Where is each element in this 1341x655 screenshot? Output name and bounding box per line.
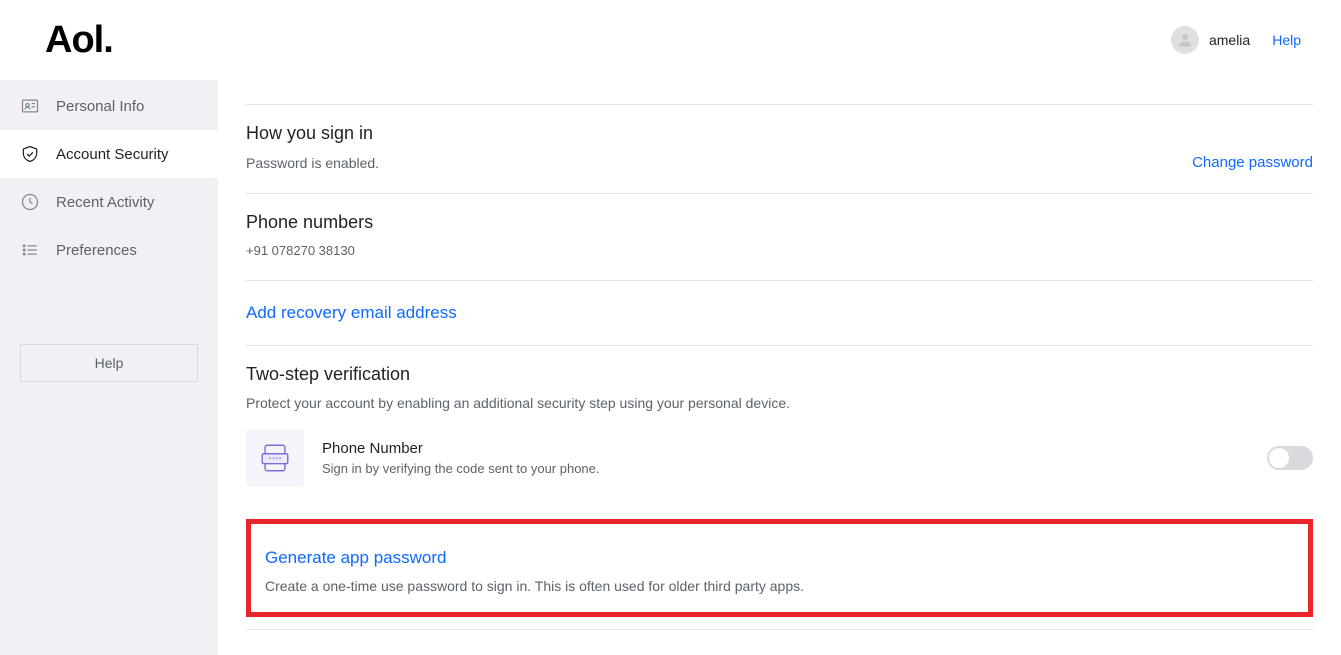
help-link[interactable]: Help — [1272, 32, 1301, 48]
section-signin: How you sign in Password is enabled. Cha… — [246, 104, 1313, 193]
username: amelia — [1209, 32, 1250, 48]
section-title: Phone numbers — [246, 212, 1313, 233]
sidebar-item-label: Recent Activity — [56, 194, 154, 211]
change-password-link[interactable]: Change password — [1192, 154, 1313, 171]
phone-code-icon: **** — [246, 429, 304, 487]
section-title: How you sign in — [246, 123, 1313, 144]
logo: Aol. — [45, 19, 113, 62]
sidebar-item-label: Preferences — [56, 242, 137, 259]
sidebar-item-preferences[interactable]: Preferences — [0, 226, 218, 274]
sidebar-item-label: Account Security — [56, 146, 169, 163]
sidebar-help-button[interactable]: Help — [20, 344, 198, 382]
tsv-method-label: Phone Number — [322, 440, 600, 457]
container: Personal Info Account Security Recent Ac… — [0, 80, 1341, 655]
tsv-method-desc: Sign in by verifying the code sent to yo… — [322, 461, 600, 476]
sidebar-item-label: Personal Info — [56, 98, 144, 115]
svg-text:****: **** — [268, 457, 282, 463]
header-right: amelia Help — [1171, 26, 1301, 54]
generate-app-password-link[interactable]: Generate app password — [265, 548, 1294, 568]
shield-icon — [20, 144, 40, 164]
sidebar-item-recent-activity[interactable]: Recent Activity — [0, 178, 218, 226]
password-status: Password is enabled. — [246, 155, 379, 171]
list-icon — [20, 240, 40, 260]
avatar-icon — [1171, 26, 1199, 54]
id-card-icon — [20, 96, 40, 116]
clock-icon — [20, 192, 40, 212]
sidebar: Personal Info Account Security Recent Ac… — [0, 80, 218, 655]
main-content: How you sign in Password is enabled. Cha… — [218, 80, 1341, 655]
section-generate-app-password: Generate app password Create a one-time … — [246, 519, 1313, 617]
divider — [246, 629, 1313, 630]
generate-app-password-desc: Create a one-time use password to sign i… — [265, 578, 1294, 594]
sidebar-item-account-security[interactable]: Account Security — [0, 130, 218, 178]
header: Aol. amelia Help — [0, 0, 1341, 80]
phone-number: +91 078270 38130 — [246, 243, 1313, 258]
add-recovery-email-link[interactable]: Add recovery email address — [246, 303, 457, 322]
tsv-description: Protect your account by enabling an addi… — [246, 395, 1313, 411]
section-recovery: Add recovery email address — [246, 280, 1313, 345]
user-menu[interactable]: amelia — [1171, 26, 1250, 54]
tsv-toggle[interactable] — [1267, 446, 1313, 470]
sidebar-item-personal-info[interactable]: Personal Info — [0, 82, 218, 130]
section-two-step: Two-step verification Protect your accou… — [246, 345, 1313, 509]
section-phone: Phone numbers +91 078270 38130 — [246, 193, 1313, 280]
section-title: Two-step verification — [246, 364, 1313, 385]
